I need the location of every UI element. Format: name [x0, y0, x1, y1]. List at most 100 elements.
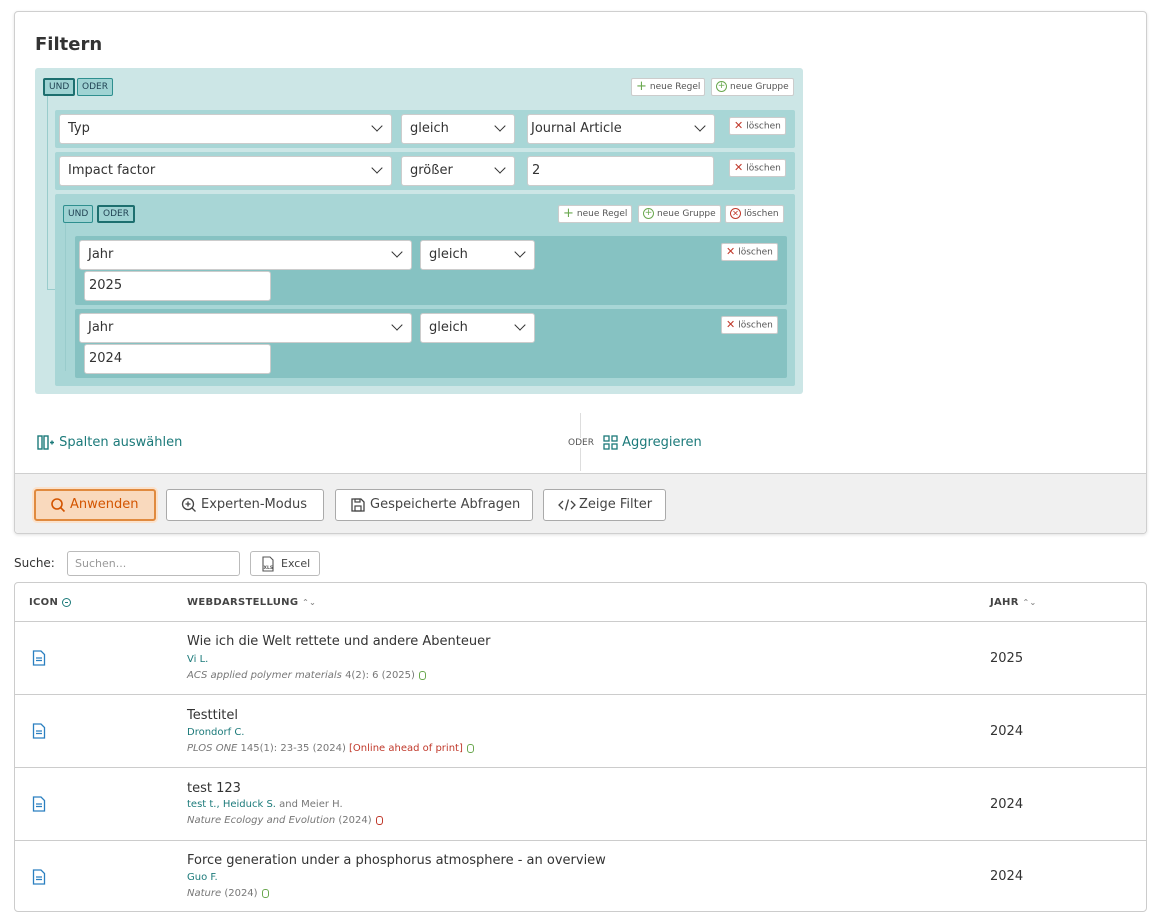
- result-title[interactable]: test 123: [187, 781, 241, 796]
- or-separator: ODER: [567, 438, 595, 448]
- filter-title: Filtern: [35, 34, 103, 55]
- closed-access-icon: [375, 815, 383, 825]
- delete-rule-button[interactable]: ✕ löschen: [729, 117, 786, 135]
- close-icon: ✕: [734, 161, 744, 174]
- expert-mode-button[interactable]: Experten-Modus: [166, 489, 324, 521]
- result-year: 2024: [990, 797, 1024, 812]
- sort-icon: ⌃⌄: [302, 598, 317, 607]
- chevron-down-icon: [371, 162, 383, 174]
- result-source: Nature Ecology and Evolution (2024): [187, 815, 383, 826]
- operator-select[interactable]: gleich: [420, 313, 535, 343]
- result-title[interactable]: Force generation under a phosphorus atmo…: [187, 853, 606, 868]
- result-year: 2024: [990, 869, 1024, 884]
- code-icon: [558, 498, 576, 511]
- chevron-down-icon: [494, 162, 506, 174]
- field-select[interactable]: Impact factor: [59, 156, 392, 186]
- delete-rule-button[interactable]: ✕ löschen: [721, 243, 778, 261]
- save-icon: [351, 497, 365, 512]
- add-group-icon: +: [716, 81, 727, 92]
- oder-toggle[interactable]: ODER: [97, 205, 135, 223]
- add-rule-button[interactable]: + neue Regel: [631, 78, 706, 96]
- und-toggle[interactable]: UND: [63, 205, 94, 223]
- document-icon: [32, 650, 46, 666]
- value-input[interactable]: 2: [527, 156, 714, 186]
- value-input[interactable]: 2025: [84, 271, 271, 301]
- result-title[interactable]: Wie ich die Welt rettete und andere Aben…: [187, 634, 490, 649]
- chevron-down-icon: [391, 319, 403, 331]
- chevron-down-icon: [514, 319, 526, 331]
- chevron-down-icon: [694, 120, 706, 132]
- chevron-down-icon: [494, 120, 506, 132]
- show-filter-button[interactable]: Zeige Filter: [543, 489, 666, 521]
- table-row[interactable]: Wie ich die Welt rettete und andere Aben…: [15, 621, 1146, 694]
- und-toggle[interactable]: UND: [43, 78, 76, 96]
- value-input[interactable]: 2024: [84, 344, 271, 374]
- online-ahead-badge: [Online ahead of print]: [349, 743, 463, 754]
- chevron-down-icon: [371, 120, 383, 132]
- filter-panel: Filtern UND ODER + neue Regel + neue Grupp…: [14, 11, 1147, 534]
- tree-line: [65, 223, 66, 371]
- tree-line: [47, 289, 55, 290]
- column-header-year[interactable]: JAHR ⌃⌄: [990, 597, 1037, 608]
- open-access-icon: [261, 888, 269, 898]
- field-select[interactable]: Typ: [59, 114, 392, 144]
- add-rule-button[interactable]: + neue Regel: [558, 205, 633, 223]
- query-builder: UND ODER + neue Regel + neue Gruppe Typ gl…: [35, 68, 803, 394]
- table-row[interactable]: test 123 test t., Heiduck S. and Meier H…: [15, 767, 1146, 840]
- search-icon: [51, 497, 66, 512]
- table-row[interactable]: Force generation under a phosphorus atmo…: [15, 840, 1146, 911]
- search-label: Suche:: [14, 556, 55, 570]
- plus-icon: +: [563, 205, 574, 221]
- column-header-icon[interactable]: ICON: [29, 597, 71, 608]
- plus-icon: +: [636, 78, 647, 94]
- rule-row: Jahr gleich 2024 ✕ löschen: [75, 309, 787, 378]
- select-columns-link[interactable]: Spalten auswählen: [37, 435, 182, 450]
- operator-select[interactable]: gleich: [420, 240, 535, 270]
- excel-export-button[interactable]: XLS Excel: [250, 551, 320, 576]
- add-group-button[interactable]: + neue Gruppe: [638, 205, 721, 223]
- operator-select[interactable]: größer: [401, 156, 515, 186]
- open-access-icon: [466, 743, 474, 753]
- rule-row: Typ gleich Journal Article ✕ löschen: [55, 110, 795, 148]
- aggregate-link[interactable]: Aggregieren: [603, 435, 702, 450]
- operator-select[interactable]: gleich: [401, 114, 515, 144]
- value-select[interactable]: Journal Article: [527, 114, 715, 144]
- columns-icon: [37, 435, 54, 450]
- result-authors: test t., Heiduck S. and Meier H.: [187, 799, 343, 810]
- add-group-button[interactable]: + neue Gruppe: [711, 78, 794, 96]
- tree-line: [47, 96, 48, 289]
- close-icon: ✕: [726, 245, 736, 258]
- document-icon: [32, 796, 46, 812]
- oder-toggle[interactable]: ODER: [77, 78, 113, 96]
- results-table: ICON WEBDARSTELLUNG ⌃⌄ JAHR ⌃⌄ Wie ich d…: [14, 582, 1147, 912]
- rule-group: UND ODER + neue Regel + neue Gruppe ✕ lösch…: [55, 194, 795, 386]
- delete-group-button[interactable]: ✕ löschen: [725, 205, 784, 223]
- close-icon: ✕: [726, 318, 736, 331]
- open-access-icon: [418, 670, 426, 680]
- svg-text:XLS: XLS: [264, 565, 274, 571]
- add-group-icon: +: [643, 208, 654, 219]
- result-source: Nature (2024): [187, 888, 269, 899]
- field-select[interactable]: Jahr: [79, 313, 412, 343]
- apply-button[interactable]: Anwenden: [34, 489, 156, 521]
- result-authors[interactable]: Guo F.: [187, 872, 218, 883]
- result-authors[interactable]: Vi L.: [187, 654, 208, 665]
- delete-rule-button[interactable]: ✕ löschen: [729, 159, 786, 177]
- result-source: PLOS ONE 145(1): 23-35 (2024) [Online ah…: [187, 743, 474, 754]
- column-header-web[interactable]: WEBDARSTELLUNG ⌃⌄: [187, 597, 316, 608]
- close-icon: ✕: [734, 119, 744, 132]
- result-year: 2024: [990, 724, 1024, 739]
- rule-row: Jahr gleich 2025 ✕ löschen: [75, 236, 787, 305]
- table-row[interactable]: Testtitel Drondorf C. PLOS ONE 145(1): 2…: [15, 694, 1146, 767]
- zoom-in-icon: [181, 497, 196, 512]
- action-bar: Anwenden Experten-Modus Gespeicherte Abf…: [15, 473, 1146, 533]
- chevron-down-icon: [514, 246, 526, 258]
- chevron-down-icon: [391, 246, 403, 258]
- result-title[interactable]: Testtitel: [187, 708, 238, 723]
- delete-rule-button[interactable]: ✕ löschen: [721, 316, 778, 334]
- saved-queries-button[interactable]: Gespeicherte Abfragen: [335, 489, 533, 521]
- search-input[interactable]: Suchen...: [67, 551, 240, 576]
- result-authors[interactable]: Drondorf C.: [187, 727, 245, 738]
- document-icon: [32, 723, 46, 739]
- field-select[interactable]: Jahr: [79, 240, 412, 270]
